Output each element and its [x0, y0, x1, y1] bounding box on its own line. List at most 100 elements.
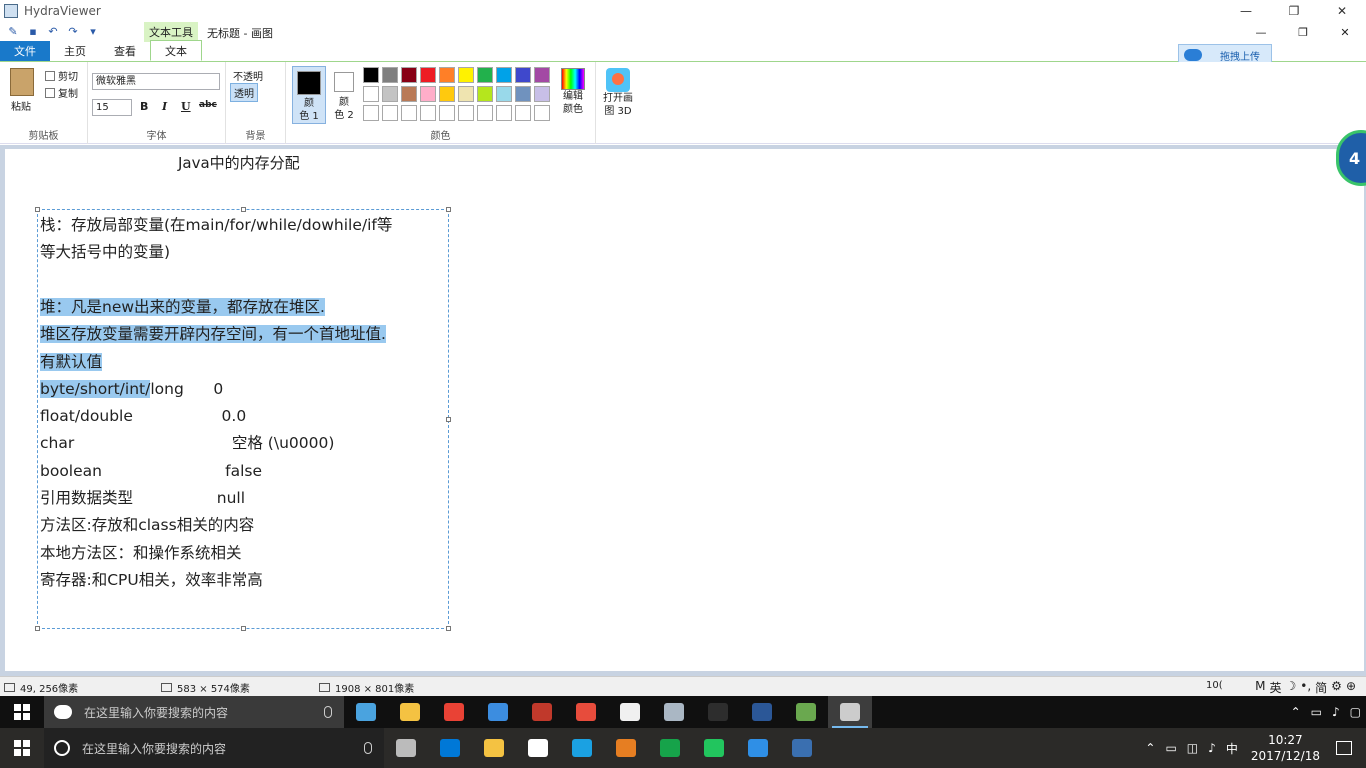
- palette-swatch[interactable]: [458, 86, 474, 102]
- taskbar-app-icon[interactable]: [520, 696, 564, 728]
- action-center-icon[interactable]: [1336, 741, 1352, 755]
- palette-swatch[interactable]: [420, 105, 436, 121]
- palette-swatch[interactable]: [401, 105, 417, 121]
- search-box[interactable]: 在这里输入你要搜索的内容: [44, 728, 384, 768]
- copy-button[interactable]: 复制: [45, 85, 78, 100]
- inner-restore-button[interactable]: ❐: [1282, 22, 1324, 42]
- taskbar-app-icon[interactable]: [736, 728, 780, 768]
- palette-swatch[interactable]: [439, 86, 455, 102]
- bold-button[interactable]: B: [140, 100, 148, 113]
- palette-swatch[interactable]: [534, 86, 550, 102]
- taskbar-app-icon[interactable]: [784, 696, 828, 728]
- palette-swatch[interactable]: [477, 86, 493, 102]
- palette-swatch[interactable]: [534, 67, 550, 83]
- taskbar-app-icon[interactable]: [696, 696, 740, 728]
- redo-icon[interactable]: ↷: [66, 25, 80, 39]
- palette-swatch[interactable]: [496, 105, 512, 121]
- resize-handle[interactable]: [35, 626, 40, 631]
- microphone-icon[interactable]: [364, 742, 372, 754]
- save-icon[interactable]: ▪: [26, 25, 40, 39]
- clock[interactable]: 10:27 2017/12/18: [1251, 732, 1320, 764]
- palette-swatch[interactable]: [515, 86, 531, 102]
- palette-swatch[interactable]: [439, 105, 455, 121]
- font-family-select[interactable]: 微软雅黑: [92, 73, 220, 90]
- resize-handle[interactable]: [446, 626, 451, 631]
- palette-swatch[interactable]: [496, 67, 512, 83]
- inner-minimize-button[interactable]: —: [1240, 22, 1282, 42]
- palette-swatch[interactable]: [382, 86, 398, 102]
- taskbar-app-icon[interactable]: [692, 728, 736, 768]
- palette-swatch[interactable]: [363, 86, 379, 102]
- palette-swatch[interactable]: [420, 86, 436, 102]
- transparent-option[interactable]: 透明: [230, 83, 258, 102]
- palette-swatch[interactable]: [496, 86, 512, 102]
- palette-swatch[interactable]: [458, 105, 474, 121]
- taskbar-app-icon[interactable]: [828, 696, 872, 728]
- restore-button[interactable]: ❐: [1270, 0, 1318, 22]
- cut-button[interactable]: 剪切: [45, 68, 78, 83]
- undo-icon[interactable]: ↶: [46, 25, 60, 39]
- start-button[interactable]: [0, 696, 44, 728]
- palette-swatch[interactable]: [458, 67, 474, 83]
- taskbar-app-icon[interactable]: [384, 728, 428, 768]
- opaque-option[interactable]: 不透明: [230, 67, 266, 84]
- microphone-icon[interactable]: [324, 706, 332, 718]
- volume-icon[interactable]: ♪: [1332, 705, 1340, 719]
- resize-handle[interactable]: [446, 207, 451, 212]
- open-paint3d-button[interactable]: 打开画 图 3D: [600, 68, 636, 124]
- underline-button[interactable]: U: [181, 100, 191, 113]
- font-size-select[interactable]: 15: [92, 99, 132, 116]
- taskbar-app-icon[interactable]: [648, 728, 692, 768]
- palette-swatch[interactable]: [515, 67, 531, 83]
- color1-button[interactable]: 颜 色 1: [292, 66, 326, 124]
- strikethrough-button[interactable]: abc: [199, 100, 217, 110]
- palette-swatch[interactable]: [363, 105, 379, 121]
- color2-button[interactable]: 颜 色 2: [331, 66, 357, 124]
- tab-text[interactable]: 文本: [150, 40, 202, 61]
- chevron-up-icon[interactable]: ⌃: [1291, 705, 1301, 719]
- palette-swatch[interactable]: [401, 67, 417, 83]
- palette-swatch[interactable]: [439, 67, 455, 83]
- taskbar-app-icon[interactable]: [472, 728, 516, 768]
- tab-home[interactable]: 主页: [50, 41, 100, 61]
- taskbar-app-icon[interactable]: [608, 696, 652, 728]
- palette-swatch[interactable]: [477, 67, 493, 83]
- paste-button[interactable]: 粘贴: [11, 98, 31, 113]
- palette-swatch[interactable]: [363, 67, 379, 83]
- tab-view[interactable]: 查看: [100, 41, 150, 61]
- minimize-button[interactable]: —: [1222, 0, 1270, 22]
- volume-icon[interactable]: ♪: [1208, 741, 1216, 755]
- palette-swatch[interactable]: [382, 105, 398, 121]
- taskbar-app-icon[interactable]: [604, 728, 648, 768]
- taskbar-app-icon[interactable]: [432, 696, 476, 728]
- palette-swatch[interactable]: [534, 105, 550, 121]
- palette-swatch[interactable]: [477, 105, 493, 121]
- palette-swatch[interactable]: [382, 67, 398, 83]
- network-icon[interactable]: ▭: [1311, 705, 1322, 719]
- network-icon[interactable]: ◫: [1187, 741, 1198, 755]
- palette-swatch[interactable]: [420, 67, 436, 83]
- ime-toolbar[interactable]: M 英 ☽ •, 简 ⚙ ⊕: [1251, 679, 1356, 696]
- resize-handle[interactable]: [241, 626, 246, 631]
- taskbar-app-icon[interactable]: [740, 696, 784, 728]
- start-button[interactable]: [0, 728, 44, 768]
- taskbar-app-icon[interactable]: [652, 696, 696, 728]
- taskbar-app-icon[interactable]: [428, 728, 472, 768]
- resize-handle[interactable]: [446, 417, 451, 422]
- search-box[interactable]: 在这里输入你要搜索的内容: [44, 696, 344, 728]
- palette-swatch[interactable]: [401, 86, 417, 102]
- taskbar-app-icon[interactable]: [388, 696, 432, 728]
- taskbar-app-icon[interactable]: [344, 696, 388, 728]
- close-button[interactable]: ✕: [1318, 0, 1366, 22]
- palette-swatch[interactable]: [515, 105, 531, 121]
- customize-qat-icon[interactable]: ▾: [86, 25, 100, 39]
- italic-button[interactable]: I: [162, 100, 167, 113]
- notification-icon[interactable]: ▢: [1350, 705, 1361, 719]
- taskbar-app-icon[interactable]: [476, 696, 520, 728]
- taskbar-app-icon[interactable]: [560, 728, 604, 768]
- taskbar-app-icon[interactable]: [564, 696, 608, 728]
- zoom-level[interactable]: 10(: [1206, 680, 1223, 691]
- chevron-up-icon[interactable]: ⌃: [1145, 741, 1155, 755]
- taskbar-app-icon[interactable]: [780, 728, 824, 768]
- paste-icon[interactable]: [10, 68, 34, 96]
